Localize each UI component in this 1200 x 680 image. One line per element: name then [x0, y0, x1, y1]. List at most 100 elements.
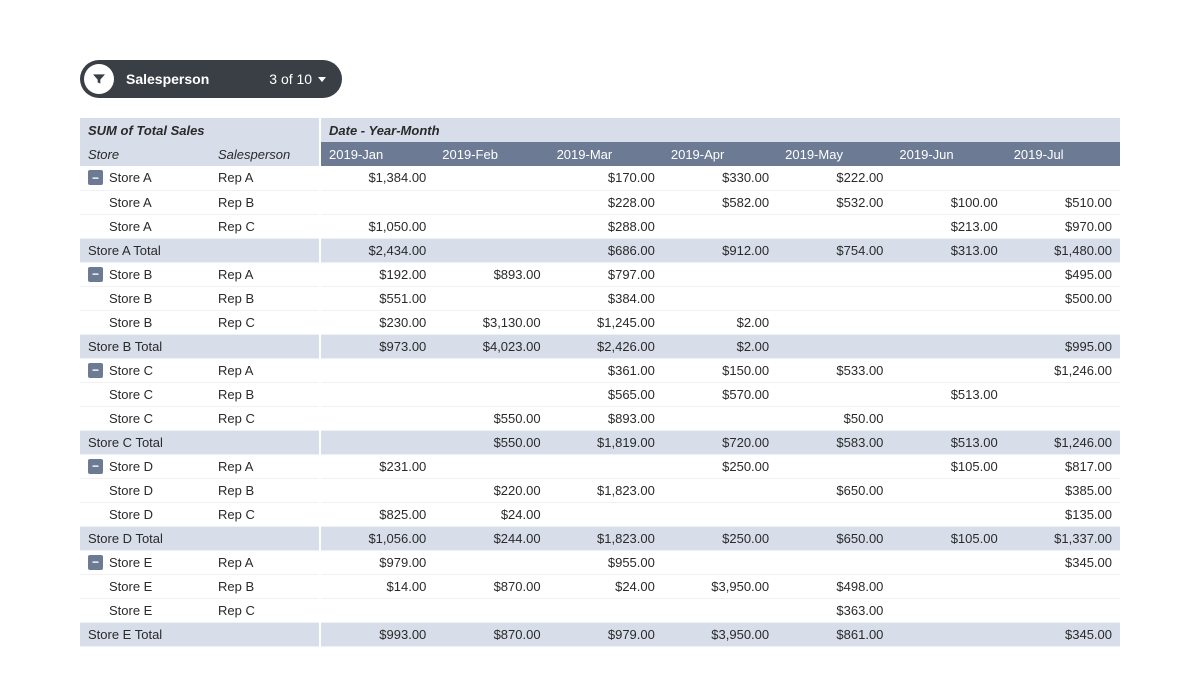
- value-cell: [1006, 406, 1120, 430]
- value-cell: $1,050.00: [320, 214, 434, 238]
- value-cell: [1006, 574, 1120, 598]
- value-cell: $228.00: [549, 190, 663, 214]
- value-cell: $24.00: [549, 574, 663, 598]
- value-cell: $213.00: [891, 214, 1005, 238]
- value-cell: [434, 454, 548, 478]
- total-cell: $244.00: [434, 526, 548, 550]
- value-cell: $231.00: [320, 454, 434, 478]
- value-cell: $893.00: [549, 406, 663, 430]
- value-cell: $220.00: [434, 478, 548, 502]
- value-cell: [891, 166, 1005, 190]
- value-cell: [777, 382, 891, 406]
- store-label: Store C: [88, 411, 153, 426]
- month-header[interactable]: 2019-Mar: [549, 142, 663, 166]
- rep-cell: Rep C: [210, 214, 320, 238]
- value-cell: $2.00: [663, 310, 777, 334]
- total-row: Store E Total$993.00$870.00$979.00$3,950…: [80, 622, 1120, 646]
- month-header[interactable]: 2019-Apr: [663, 142, 777, 166]
- value-cell: $3,130.00: [434, 310, 548, 334]
- value-cell: [777, 454, 891, 478]
- value-cell: $1,246.00: [1006, 358, 1120, 382]
- month-header[interactable]: 2019-Feb: [434, 142, 548, 166]
- month-header[interactable]: 2019-Jan: [320, 142, 434, 166]
- total-cell: [320, 430, 434, 454]
- total-cell: [777, 334, 891, 358]
- value-cell: $870.00: [434, 574, 548, 598]
- value-cell: [434, 166, 548, 190]
- value-cell: [434, 598, 548, 622]
- table-row: Store ERep B$14.00$870.00$24.00$3,950.00…: [80, 574, 1120, 598]
- total-row: Store C Total$550.00$1,819.00$720.00$583…: [80, 430, 1120, 454]
- total-cell: [891, 622, 1005, 646]
- total-cell: $550.00: [434, 430, 548, 454]
- value-cell: $170.00: [549, 166, 663, 190]
- total-cell: $2,434.00: [320, 238, 434, 262]
- value-cell: [891, 574, 1005, 598]
- value-cell: [663, 478, 777, 502]
- total-cell: $720.00: [663, 430, 777, 454]
- value-cell: [777, 310, 891, 334]
- collapse-button[interactable]: −: [88, 459, 103, 474]
- value-cell: [777, 502, 891, 526]
- total-cell: $1,819.00: [549, 430, 663, 454]
- value-cell: $893.00: [434, 262, 548, 286]
- value-cell: $570.00: [663, 382, 777, 406]
- total-cell: $979.00: [549, 622, 663, 646]
- rep-cell: Rep C: [210, 406, 320, 430]
- value-cell: $105.00: [891, 454, 1005, 478]
- table-row: −Store ARep A$1,384.00$170.00$330.00$222…: [80, 166, 1120, 190]
- store-label: Store E: [88, 579, 152, 594]
- store-label: Store A: [109, 170, 152, 185]
- collapse-button[interactable]: −: [88, 555, 103, 570]
- value-cell: $979.00: [320, 550, 434, 574]
- table-row: Store ERep C$363.00: [80, 598, 1120, 622]
- store-cell: Store B: [80, 286, 210, 310]
- total-cell: $993.00: [320, 622, 434, 646]
- chevron-down-icon: [318, 77, 326, 82]
- total-label: Store A Total: [80, 238, 320, 262]
- collapse-button[interactable]: −: [88, 363, 103, 378]
- value-cell: $1,384.00: [320, 166, 434, 190]
- rep-cell: Rep A: [210, 262, 320, 286]
- store-label: Store B: [109, 267, 152, 282]
- collapse-button[interactable]: −: [88, 170, 103, 185]
- total-cell: $250.00: [663, 526, 777, 550]
- rep-cell: Rep C: [210, 502, 320, 526]
- value-cell: [663, 406, 777, 430]
- filter-pill-salesperson[interactable]: Salesperson 3 of 10: [80, 60, 342, 98]
- table-row: Store BRep B$551.00$384.00$500.00: [80, 286, 1120, 310]
- value-cell: $24.00: [434, 502, 548, 526]
- total-label: Store B Total: [80, 334, 320, 358]
- store-label: Store A: [88, 219, 152, 234]
- table-row: Store ARep C$1,050.00$288.00$213.00$970.…: [80, 214, 1120, 238]
- value-cell: $50.00: [777, 406, 891, 430]
- total-cell: $3,950.00: [663, 622, 777, 646]
- month-header[interactable]: 2019-Jun: [891, 142, 1005, 166]
- store-label: Store C: [109, 363, 153, 378]
- value-cell: [891, 310, 1005, 334]
- total-cell: $583.00: [777, 430, 891, 454]
- store-cell: Store E: [80, 574, 210, 598]
- total-cell: $861.00: [777, 622, 891, 646]
- value-cell: $230.00: [320, 310, 434, 334]
- row-dim1-header[interactable]: Store: [80, 142, 210, 166]
- store-label: Store C: [88, 387, 153, 402]
- store-cell: Store E: [80, 598, 210, 622]
- value-cell: [434, 190, 548, 214]
- total-cell: $650.00: [777, 526, 891, 550]
- month-header[interactable]: 2019-Jul: [1006, 142, 1120, 166]
- total-cell: $345.00: [1006, 622, 1120, 646]
- total-cell: $1,823.00: [549, 526, 663, 550]
- rep-cell: Rep A: [210, 550, 320, 574]
- month-header[interactable]: 2019-May: [777, 142, 891, 166]
- value-cell: $495.00: [1006, 262, 1120, 286]
- total-cell: $2,426.00: [549, 334, 663, 358]
- table-row: −Store DRep A$231.00$250.00$105.00$817.0…: [80, 454, 1120, 478]
- total-cell: $1,056.00: [320, 526, 434, 550]
- table-row: Store ARep B$228.00$582.00$532.00$100.00…: [80, 190, 1120, 214]
- total-cell: [891, 334, 1005, 358]
- value-cell: $384.00: [549, 286, 663, 310]
- value-cell: [891, 286, 1005, 310]
- row-dim2-header[interactable]: Salesperson: [210, 142, 320, 166]
- collapse-button[interactable]: −: [88, 267, 103, 282]
